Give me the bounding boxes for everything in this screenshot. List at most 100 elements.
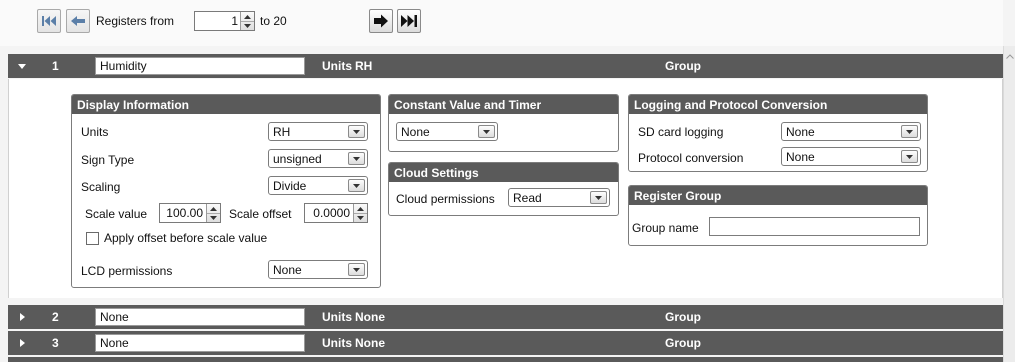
- spin-down-icon: [244, 24, 251, 28]
- dropdown-button[interactable]: [901, 125, 918, 138]
- units-field-label: Units: [81, 125, 109, 139]
- registers-from-spinner[interactable]: 1: [194, 11, 255, 31]
- scaling-dropdown[interactable]: Divide: [268, 176, 368, 195]
- next-page-icon: [374, 14, 388, 28]
- dropdown-button[interactable]: [348, 152, 365, 165]
- last-page-icon: [401, 15, 417, 27]
- scroll-up-icon[interactable]: [1006, 54, 1014, 59]
- last-page-button[interactable]: [397, 9, 421, 33]
- protocol-conversion-dropdown[interactable]: None: [781, 147, 921, 166]
- spin-up-icon: [244, 14, 251, 19]
- sign-type-dropdown[interactable]: unsigned: [268, 149, 368, 168]
- scale-value-input[interactable]: 100.00: [166, 206, 203, 220]
- scale-value-label: Scale value: [85, 207, 148, 221]
- register-name-input[interactable]: Humidity: [95, 57, 305, 75]
- collapse-icon[interactable]: [18, 62, 26, 70]
- group-label: Group: [665, 336, 701, 350]
- first-page-icon: [42, 16, 56, 26]
- pagination-toolbar: Registers from 1 to 20: [0, 0, 1003, 46]
- registers-to-label: to 20: [260, 14, 287, 28]
- scale-offset-input[interactable]: 0.0000: [313, 206, 350, 220]
- display-information-title: Display Information: [72, 95, 380, 114]
- register-number: 2: [52, 310, 59, 324]
- units-label: Units: [322, 59, 352, 73]
- scale-offset-spinner[interactable]: 0.0000: [304, 203, 368, 223]
- chevron-down-icon: [353, 156, 360, 161]
- units-label: Units: [322, 310, 352, 324]
- expand-icon[interactable]: [18, 339, 26, 347]
- register-1-details: Display Information Units RH Sign Type u…: [8, 79, 1003, 298]
- logging-protocol-panel: Logging and Protocol Conversion SD card …: [628, 94, 928, 172]
- apply-offset-checkbox[interactable]: [86, 232, 99, 245]
- registers-from-value: 1: [231, 14, 238, 28]
- constant-value-timer-panel: Constant Value and Timer None: [388, 94, 619, 152]
- cloud-permissions-label: Cloud permissions: [396, 192, 495, 206]
- cloud-settings-panel: Cloud Settings Cloud permissions Read: [388, 162, 619, 216]
- protocol-conversion-value: None: [786, 150, 815, 164]
- dropdown-button[interactable]: [901, 150, 918, 163]
- group-name-input[interactable]: [709, 217, 920, 236]
- units-value: RH: [355, 59, 373, 73]
- dropdown-button[interactable]: [348, 263, 365, 276]
- group-label: Group: [665, 310, 701, 324]
- register-name-input[interactable]: None: [95, 334, 305, 352]
- logging-protocol-title: Logging and Protocol Conversion: [629, 95, 927, 114]
- units-value: None: [355, 336, 385, 350]
- register-group-panel: Register Group Group name: [628, 185, 928, 246]
- registers-from-label: Registers from: [96, 14, 175, 28]
- register-number: 1: [52, 59, 59, 73]
- spinner-arrows[interactable]: [240, 12, 254, 30]
- units-value: None: [355, 310, 385, 324]
- register-name-input[interactable]: None: [95, 308, 305, 326]
- scaling-value: Divide: [273, 179, 307, 193]
- register-row-partial: [8, 357, 1003, 362]
- units-label: Units: [322, 336, 352, 350]
- protocol-conversion-label: Protocol conversion: [638, 151, 744, 165]
- units-dropdown-value: RH: [273, 125, 291, 139]
- vertical-scrollbar[interactable]: [1003, 46, 1015, 362]
- dropdown-button[interactable]: [590, 191, 607, 204]
- register-number: 3: [52, 336, 59, 350]
- chevron-down-icon: [353, 129, 360, 134]
- apply-offset-label: Apply offset before scale value: [104, 231, 268, 245]
- spin-down-icon: [357, 216, 364, 220]
- group-name-label: Group name: [632, 221, 699, 235]
- spin-down-icon: [210, 216, 217, 220]
- chevron-down-icon: [595, 195, 602, 200]
- dropdown-button[interactable]: [348, 125, 365, 138]
- spin-up-icon: [210, 206, 217, 211]
- units-dropdown[interactable]: RH: [268, 122, 368, 141]
- chevron-down-icon: [353, 267, 360, 272]
- next-page-button[interactable]: [369, 9, 393, 33]
- scale-offset-label: Scale offset: [229, 207, 292, 221]
- register-row-3[interactable]: 3 None Units None Group: [8, 331, 1003, 355]
- sd-card-logging-label: SD card logging: [638, 125, 724, 139]
- constant-value-timer-title: Constant Value and Timer: [389, 95, 618, 114]
- register-group-title: Register Group: [629, 186, 927, 205]
- chevron-down-icon: [353, 183, 360, 188]
- chevron-down-icon: [483, 129, 490, 134]
- chevron-down-icon: [906, 129, 913, 134]
- register-row-2[interactable]: 2 None Units None Group: [8, 305, 1003, 329]
- cloud-settings-title: Cloud Settings: [389, 163, 618, 182]
- sd-card-logging-value: None: [786, 125, 815, 139]
- constant-value-value: None: [401, 125, 430, 139]
- sd-card-logging-dropdown[interactable]: None: [781, 122, 921, 141]
- prev-page-button[interactable]: [66, 9, 90, 33]
- display-information-panel: Display Information Units RH Sign Type u…: [71, 94, 381, 288]
- constant-value-dropdown[interactable]: None: [396, 122, 498, 141]
- cloud-permissions-dropdown[interactable]: Read: [508, 188, 610, 207]
- lcd-permissions-value: None: [273, 263, 302, 277]
- scale-value-spinner[interactable]: 100.00: [159, 203, 221, 223]
- dropdown-button[interactable]: [348, 179, 365, 192]
- lcd-permissions-dropdown[interactable]: None: [268, 260, 368, 279]
- register-row-1[interactable]: 1 Humidity Units RH Group: [8, 54, 1003, 78]
- prev-page-icon: [71, 16, 85, 26]
- first-page-button[interactable]: [37, 9, 61, 33]
- expand-icon[interactable]: [18, 313, 26, 321]
- dropdown-button[interactable]: [478, 125, 495, 138]
- cloud-permissions-value: Read: [513, 191, 542, 205]
- lcd-permissions-label: LCD permissions: [81, 264, 173, 278]
- sign-type-value: unsigned: [273, 152, 322, 166]
- chevron-down-icon: [906, 154, 913, 159]
